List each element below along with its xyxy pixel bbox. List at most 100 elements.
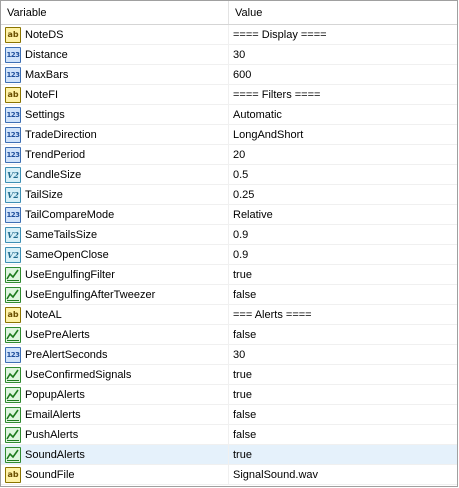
double-type-icon: V2	[5, 246, 21, 263]
table-row[interactable]: V2 SameTailsSize 0.9	[1, 225, 457, 245]
variable-cell[interactable]: 123 PreAlertSeconds	[1, 345, 229, 364]
variable-cell[interactable]: ab NoteFI	[1, 85, 229, 104]
value-cell[interactable]: === Alerts ====	[229, 305, 457, 324]
string-type-icon: ab	[5, 306, 21, 323]
variable-name: Distance	[25, 48, 68, 61]
variable-name: Settings	[25, 108, 65, 121]
variable-cell[interactable]: PopupAlerts	[1, 385, 229, 404]
integer-type-icon: 123	[5, 106, 21, 123]
integer-type-icon: 123	[5, 206, 21, 223]
variable-cell[interactable]: 123 Settings	[1, 105, 229, 124]
variable-cell[interactable]: SoundAlerts	[1, 445, 229, 464]
table-row[interactable]: 123 TradeDirection LongAndShort	[1, 125, 457, 145]
boolean-type-icon	[5, 266, 21, 283]
column-header-variable[interactable]: Variable	[1, 1, 229, 24]
integer-type-icon: 123	[5, 46, 21, 63]
variable-cell[interactable]: V2 TailSize	[1, 185, 229, 204]
variable-cell[interactable]: 123 TrendPeriod	[1, 145, 229, 164]
table-row[interactable]: 123 MaxBars 600	[1, 65, 457, 85]
value-cell[interactable]: false	[229, 285, 457, 304]
table-row[interactable]: PushAlerts false	[1, 425, 457, 445]
table-row[interactable]: 123 TailCompareMode Relative	[1, 205, 457, 225]
value-cell[interactable]: true	[229, 265, 457, 284]
variable-name: NoteAL	[25, 308, 62, 321]
table-row[interactable]: 123 TrendPeriod 20	[1, 145, 457, 165]
table-row[interactable]: SoundAlerts true	[1, 445, 457, 465]
value-cell[interactable]: false	[229, 325, 457, 344]
integer-type-icon: 123	[5, 66, 21, 83]
variable-cell[interactable]: EmailAlerts	[1, 405, 229, 424]
value-cell[interactable]: 20	[229, 145, 457, 164]
variable-name: CandleSize	[25, 168, 82, 181]
table-row[interactable]: UseConfirmedSignals true	[1, 365, 457, 385]
variable-name: TailSize	[25, 188, 63, 201]
variable-name: MaxBars	[25, 68, 69, 81]
variable-name: UseConfirmedSignals	[25, 368, 132, 381]
variable-name: UseEngulfingFilter	[25, 268, 115, 281]
value-cell[interactable]: true	[229, 445, 457, 464]
table-row[interactable]: ab SoundFile SignalSound.wav	[1, 465, 457, 485]
value-cell[interactable]: 0.9	[229, 225, 457, 244]
variable-cell[interactable]: 123 MaxBars	[1, 65, 229, 84]
table-row[interactable]: UseEngulfingAfterTweezer false	[1, 285, 457, 305]
double-type-icon: V2	[5, 226, 21, 243]
variable-name: UsePreAlerts	[25, 328, 90, 341]
value-cell[interactable]: Automatic	[229, 105, 457, 124]
value-cell[interactable]: 30	[229, 45, 457, 64]
integer-type-icon: 123	[5, 346, 21, 363]
value-cell[interactable]: false	[229, 405, 457, 424]
table-row[interactable]: V2 SameOpenClose 0.9	[1, 245, 457, 265]
value-cell[interactable]: 0.25	[229, 185, 457, 204]
variable-cell[interactable]: ab SoundFile	[1, 465, 229, 484]
table-row[interactable]: 123 PreAlertSeconds 30	[1, 345, 457, 365]
string-type-icon: ab	[5, 86, 21, 103]
value-cell[interactable]: Relative	[229, 205, 457, 224]
variable-name: TailCompareMode	[25, 208, 115, 221]
value-cell[interactable]: 0.9	[229, 245, 457, 264]
double-type-icon: V2	[5, 186, 21, 203]
variable-cell[interactable]: UseEngulfingAfterTweezer	[1, 285, 229, 304]
inputs-grid: Variable Value ab NoteDS ==== Display ====…	[0, 0, 458, 487]
variable-cell[interactable]: V2 SameOpenClose	[1, 245, 229, 264]
table-row[interactable]: V2 CandleSize 0.5	[1, 165, 457, 185]
value-cell[interactable]: true	[229, 385, 457, 404]
value-cell[interactable]: SignalSound.wav	[229, 465, 457, 484]
table-row[interactable]: 123 Distance 30	[1, 45, 457, 65]
variable-cell[interactable]: UsePreAlerts	[1, 325, 229, 344]
table-row[interactable]: EmailAlerts false	[1, 405, 457, 425]
variable-cell[interactable]: V2 CandleSize	[1, 165, 229, 184]
variable-name: SoundFile	[25, 468, 75, 481]
variable-cell[interactable]: ab NoteAL	[1, 305, 229, 324]
value-cell[interactable]: 600	[229, 65, 457, 84]
variable-cell[interactable]: V2 SameTailsSize	[1, 225, 229, 244]
variable-cell[interactable]: UseEngulfingFilter	[1, 265, 229, 284]
value-cell[interactable]: 30	[229, 345, 457, 364]
column-header-value[interactable]: Value	[229, 1, 457, 24]
variable-cell[interactable]: 123 TradeDirection	[1, 125, 229, 144]
value-cell[interactable]: 0.5	[229, 165, 457, 184]
value-cell[interactable]: ==== Filters ====	[229, 85, 457, 104]
value-cell[interactable]: ==== Display ====	[229, 25, 457, 44]
table-row[interactable]: V2 TailSize 0.25	[1, 185, 457, 205]
table-row[interactable]: UsePreAlerts false	[1, 325, 457, 345]
variable-cell[interactable]: PushAlerts	[1, 425, 229, 444]
table-row[interactable]: ab NoteAL === Alerts ====	[1, 305, 457, 325]
table-row[interactable]: 123 Settings Automatic	[1, 105, 457, 125]
variable-cell[interactable]: 123 Distance	[1, 45, 229, 64]
table-row[interactable]: ab NoteDS ==== Display ====	[1, 25, 457, 45]
integer-type-icon: 123	[5, 146, 21, 163]
table-row[interactable]: ab NoteFI ==== Filters ====	[1, 85, 457, 105]
value-cell[interactable]: true	[229, 365, 457, 384]
variable-name: TrendPeriod	[25, 148, 86, 161]
table-row[interactable]: PopupAlerts true	[1, 385, 457, 405]
variable-name: PushAlerts	[25, 428, 79, 441]
variable-cell[interactable]: UseConfirmedSignals	[1, 365, 229, 384]
variable-cell[interactable]: 123 TailCompareMode	[1, 205, 229, 224]
value-cell[interactable]: LongAndShort	[229, 125, 457, 144]
grid-header: Variable Value	[1, 1, 457, 25]
value-cell[interactable]: false	[229, 425, 457, 444]
variable-name: UseEngulfingAfterTweezer	[25, 288, 156, 301]
table-row[interactable]: UseEngulfingFilter true	[1, 265, 457, 285]
boolean-type-icon	[5, 426, 21, 443]
variable-cell[interactable]: ab NoteDS	[1, 25, 229, 44]
